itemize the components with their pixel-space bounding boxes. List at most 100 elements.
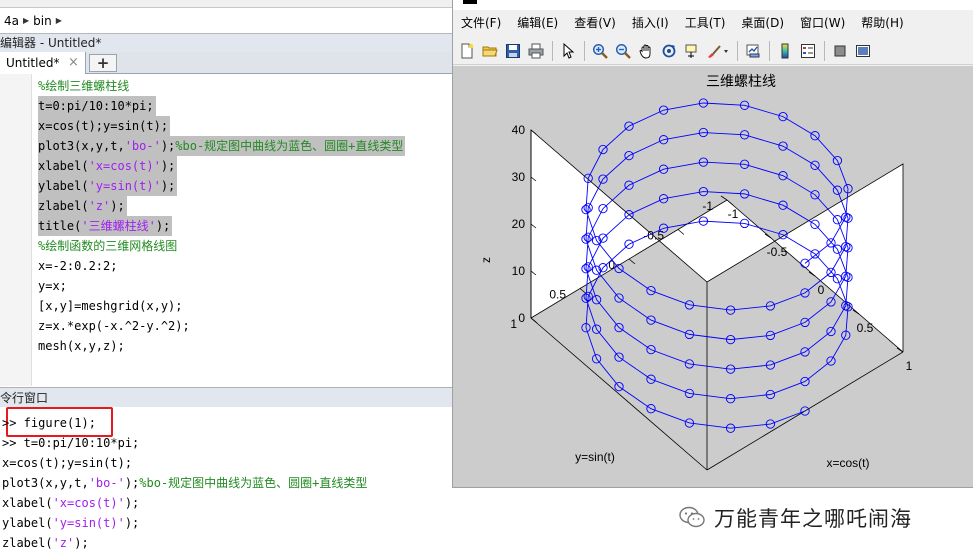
figure-window-icon: [463, 0, 477, 4]
y-tick: [530, 317, 538, 324]
insert-legend-icon[interactable]: [797, 40, 819, 62]
code-line[interactable]: x=-2:0.2:2;: [38, 256, 119, 276]
editor-gutter: [0, 74, 32, 386]
menu-item[interactable]: 工具(T): [677, 12, 734, 34]
command-window-title: 令行窗口: [0, 387, 452, 407]
figure-window: 文件(F) 编辑(E) 查看(V) 插入(I) 工具(T) 桌面(D) 窗口(W) 帮助(H): [452, 0, 973, 488]
command-line: xlabel('x=cos(t)');: [2, 493, 139, 513]
code-line[interactable]: z=x.*exp(-x.^2-y.^2);: [38, 316, 192, 336]
wechat-icon: [679, 506, 705, 528]
code-token: zlabel(: [38, 199, 89, 213]
new-figure-icon[interactable]: [456, 40, 478, 62]
pan-hand-icon[interactable]: [635, 40, 657, 62]
path-segment[interactable]: 4a: [0, 14, 23, 28]
comment-token: %绘制三维螺柱线: [38, 79, 130, 93]
code-token: );: [110, 199, 125, 213]
menu-item[interactable]: 插入(I): [624, 12, 677, 34]
screen: 4a ▶ bin ▶ 编辑器 - Untitled* Untitled* × +…: [0, 0, 973, 560]
print-icon[interactable]: [525, 40, 547, 62]
code-line[interactable]: mesh(x,y,z);: [38, 336, 127, 356]
menu-item[interactable]: 帮助(H): [853, 12, 911, 34]
menu-item[interactable]: 查看(V): [566, 12, 624, 34]
y-axis-label: y=sin(t): [575, 450, 615, 464]
string-token: 'bo-': [124, 139, 161, 153]
menu-item[interactable]: 窗口(W): [792, 12, 853, 34]
add-tab-button[interactable]: +: [89, 54, 117, 72]
z-axis-label: z: [479, 257, 493, 263]
x-tick-label: 0: [818, 283, 825, 297]
z-tick-label: 0: [518, 311, 525, 325]
x-tick-label: -1: [728, 207, 739, 221]
z-tick-label: 30: [512, 170, 526, 184]
code-editor[interactable]: %绘制三维螺柱线 t=0:pi/10:10*pi; x=cos(t);y=sin(t…: [0, 74, 452, 386]
code-line[interactable]: plot3(x,y,t,'bo-');%bo-规定图中曲线为蓝色、圆圈+直线类型: [38, 136, 406, 156]
code-token: );: [155, 219, 171, 233]
string-token: 'x=cos(t)': [52, 496, 125, 510]
zoom-out-icon[interactable]: [612, 40, 634, 62]
code-line[interactable]: xlabel('x=cos(t)');: [38, 156, 178, 176]
code-line[interactable]: title('三维螺柱线');: [38, 216, 173, 236]
code-line[interactable]: %绘制三维螺柱线: [38, 76, 131, 96]
code-line[interactable]: ylabel('y=sin(t)');: [38, 176, 178, 196]
code-line[interactable]: x=cos(t);y=sin(t);: [38, 116, 171, 136]
code-token: y=x;: [38, 279, 67, 293]
command-line: >> figure(1);: [2, 413, 96, 433]
x-tick-label: 1: [906, 359, 913, 373]
code-token: xlabel(: [2, 496, 53, 510]
axes-box: [530, 317, 708, 471]
data-cursor-icon[interactable]: [681, 40, 703, 62]
save-icon[interactable]: [502, 40, 524, 62]
code-line[interactable]: y=x;: [38, 276, 69, 296]
edit-plot-arrow-icon[interactable]: [557, 40, 579, 62]
code-token: [x,y]=meshgrid(x,y);: [38, 299, 183, 313]
y-tick-label: 1: [510, 317, 517, 331]
command-line: ylabel('y=sin(t)');: [2, 513, 139, 533]
code-token: );: [160, 159, 176, 173]
z-tick-label: 20: [512, 217, 526, 231]
code-token: >> figure(1);: [2, 416, 96, 430]
figure-title-bar: [453, 0, 973, 10]
code-token: );: [124, 476, 140, 490]
watermark: 万能青年之哪吒闹海: [678, 500, 912, 536]
open-file-icon[interactable]: [479, 40, 501, 62]
menu-item[interactable]: 编辑(E): [509, 12, 566, 34]
string-token: 'y=sin(t)': [88, 179, 161, 193]
code-line[interactable]: [x,y]=meshgrid(x,y);: [38, 296, 185, 316]
figure-menu-bar: 文件(F) 编辑(E) 查看(V) 插入(I) 工具(T) 桌面(D) 窗口(W) 帮助(H): [453, 12, 973, 34]
comment-token: %bo-规定图中曲线为蓝色、圆圈+直线类型: [175, 139, 404, 153]
code-line[interactable]: t=0:pi/10:10*pi;: [38, 96, 156, 116]
path-segment[interactable]: bin: [29, 14, 56, 28]
code-token: zlabel(: [2, 536, 53, 550]
toolbar-separator: [769, 40, 770, 61]
x-axis-label: x=cos(t): [826, 456, 869, 470]
zoom-in-icon[interactable]: [589, 40, 611, 62]
toolbar-separator: [552, 40, 553, 61]
current-folder-path[interactable]: 4a ▶ bin ▶: [0, 8, 452, 34]
code-line[interactable]: %绘制函数的三维网格线图: [38, 236, 179, 256]
code-token: ylabel(: [2, 516, 53, 530]
plot3-axes[interactable]: 010203040-1-0.500.51-1-0.500.51三维螺柱线x=co…: [453, 66, 973, 487]
string-token: 'z': [52, 536, 75, 550]
x-tick-label: 0.5: [857, 321, 874, 335]
watermark-text: 万能青年之哪吒闹海: [714, 507, 912, 531]
tab-untitled[interactable]: Untitled* ×: [0, 52, 86, 74]
link-plot-icon[interactable]: [742, 40, 764, 62]
menu-item[interactable]: 桌面(D): [733, 12, 792, 34]
command-line: plot3(x,y,t,'bo-');%bo-规定图中曲线为蓝色、圆圈+直线类型: [2, 473, 367, 493]
brush-icon[interactable]: [704, 40, 732, 62]
menu-item[interactable]: 文件(F): [453, 12, 509, 34]
insert-colorbar-icon[interactable]: [774, 40, 796, 62]
code-token: z=x.*exp(-x.^2-y.^2);: [38, 319, 190, 333]
close-icon[interactable]: ×: [68, 52, 79, 74]
plot-area[interactable]: 0 10 20 30 40 -1 -0.5 0 0.5 1 -1 -0.5 0 0.5 1 三维螺柱线 x=co…: [453, 66, 973, 487]
y-tick: [628, 258, 636, 265]
string-token: 'y=sin(t)': [52, 516, 125, 530]
command-window[interactable]: >> figure(1); >> t=0:pi/10:10*pi; x=cos(t)…: [0, 407, 452, 560]
show-plot-tools-icon[interactable]: [852, 40, 874, 62]
hide-plot-tools-icon[interactable]: [829, 40, 851, 62]
string-token: 'x=cos(t)': [88, 159, 161, 173]
rotate-3d-icon[interactable]: [658, 40, 680, 62]
code-line[interactable]: zlabel('z');: [38, 196, 127, 216]
code-token: plot3(x,y,t,: [2, 476, 89, 490]
z-tick-label: 10: [512, 264, 526, 278]
